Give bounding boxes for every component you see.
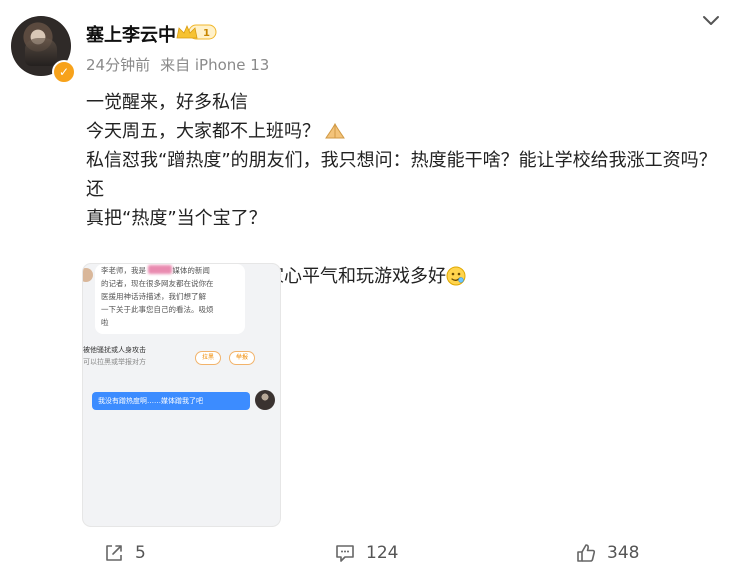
- vip-level: 1: [203, 28, 210, 39]
- like-button[interactable]: 348: [575, 536, 639, 570]
- thumbs-up-icon: [577, 544, 596, 562]
- action-bar: 5 124 348: [0, 536, 750, 570]
- avatar: [255, 390, 275, 410]
- smirk-emoji-icon: [446, 266, 466, 286]
- blurred-text: [148, 265, 173, 274]
- weibo-post-card: ✓ 塞上李云中 1 24分钟前 来自 iPhone 13 一觉醒来，好多私信 今天…: [0, 0, 750, 578]
- like-count: 348: [607, 543, 640, 563]
- share-count: 5: [135, 543, 146, 563]
- post-line: 今天周五，大家都不上班吗？: [86, 117, 726, 146]
- verified-badge-icon: ✓: [52, 60, 76, 84]
- chat-bubble-outgoing: 我没有蹭热度啊……媒体蹭我了吧: [92, 392, 250, 410]
- avatar: [83, 268, 93, 282]
- chat-bubble-incoming: 李老师，我是 媒体的新闻 的记者，现在很多网友都在说你在 医援用神话诗描述，我们…: [95, 264, 245, 334]
- post-line: 私信怼我“蹭热度”的朋友们，我只想问：热度能干啥？能让学校给我涨工资吗？还: [86, 150, 717, 200]
- report-button[interactable]: 举报: [229, 351, 255, 365]
- block-button[interactable]: 拉黑: [195, 351, 221, 365]
- post-line: 真把“热度”当个宝了？: [86, 208, 267, 229]
- post-time: 24分钟前: [86, 56, 151, 74]
- block-report-notice: 被他骚扰或人身攻击 可以拉黑或举报对方 拉黑 举报: [83, 344, 263, 376]
- share-button[interactable]: 5: [103, 536, 146, 570]
- comment-icon: [336, 545, 354, 562]
- username[interactable]: 塞上李云中: [86, 21, 176, 47]
- share-icon: [106, 545, 122, 561]
- chevron-down-icon[interactable]: [700, 12, 722, 30]
- comment-count: 124: [366, 543, 399, 563]
- post-line: 一觉醒来，好多私信: [86, 92, 248, 113]
- comment-button[interactable]: 124: [334, 536, 398, 570]
- pray-emoji-icon: [325, 122, 345, 139]
- post-source: 来自 iPhone 13: [160, 56, 270, 74]
- post-meta: 24分钟前 来自 iPhone 13: [86, 54, 269, 75]
- vip-crown-icon: 1: [176, 24, 217, 40]
- post-text: 一觉醒来，好多私信 今天周五，大家都不上班吗？ 私信怼我“蹭热度”的朋友们，我只…: [86, 88, 726, 291]
- embedded-screenshot[interactable]: 李老师，我是 媒体的新闻 的记者，现在很多网友都在说你在 医援用神话诗描述，我们…: [83, 264, 280, 526]
